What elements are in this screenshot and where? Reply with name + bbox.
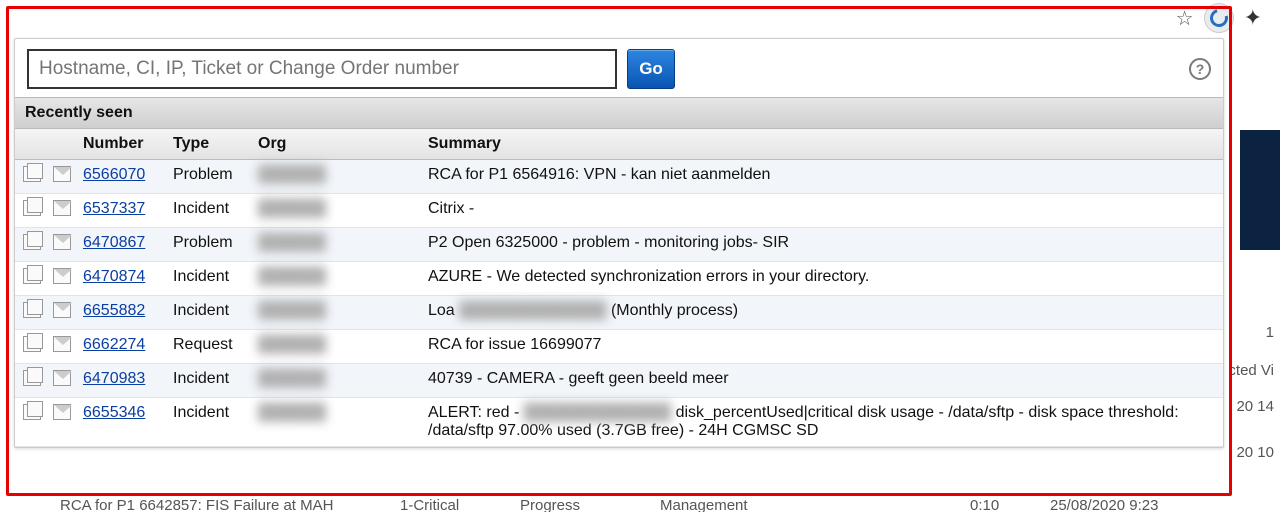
background-row-text: RCA for P1 6642857: FIS Failure at MAH: [60, 497, 333, 512]
copy-icon[interactable]: [23, 166, 41, 182]
table-row: 6537337 Incident██████Citrix -: [15, 194, 1223, 228]
ticket-type: Incident: [165, 194, 250, 228]
ticket-number-link[interactable]: 6470874: [83, 268, 145, 285]
column-header-type[interactable]: Type: [165, 129, 250, 160]
mail-icon[interactable]: [53, 200, 71, 216]
recently-seen-table: Number Type Org Summary 6566070Problem██…: [15, 129, 1223, 447]
table-row: 6470874 Incident██████AZURE - We detected…: [15, 262, 1223, 296]
mail-icon[interactable]: [53, 370, 71, 386]
ticket-org: ██████: [250, 262, 420, 296]
background-ctedvi: cted Vi: [1228, 362, 1274, 379]
ticket-summary: RCA for issue 16699077: [420, 330, 1223, 364]
search-results-panel: Go ? Recently seen Number Type Org Summa…: [14, 38, 1224, 448]
ticket-number-link[interactable]: 6662274: [83, 336, 145, 353]
ticket-summary: RCA for P1 6564916: VPN - kan niet aanme…: [420, 160, 1223, 194]
background-one: 1: [1266, 324, 1274, 341]
ticket-type: Incident: [165, 364, 250, 398]
recently-seen-header: Recently seen: [15, 97, 1223, 129]
background-priority: 1-Critical: [400, 497, 459, 512]
copy-icon[interactable]: [23, 302, 41, 318]
ticket-org: ██████: [250, 228, 420, 262]
background-d2: 20 10: [1236, 444, 1274, 461]
ticket-org: ██████: [250, 330, 420, 364]
ticket-org: ██████: [250, 160, 420, 194]
ticket-org: ██████: [250, 364, 420, 398]
mail-icon[interactable]: [53, 234, 71, 250]
ticket-org: ██████: [250, 296, 420, 330]
table-row: 6566070 Problem██████RCA for P1 6564916: …: [15, 160, 1223, 194]
ticket-type: Incident: [165, 296, 250, 330]
background-management: Management: [660, 497, 748, 512]
ticket-summary: Loa █████████████ (Monthly process): [420, 296, 1223, 330]
search-input[interactable]: [27, 49, 617, 89]
bookmark-star-icon[interactable]: ☆: [1176, 6, 1194, 31]
background-dark-strip: [1240, 130, 1280, 250]
copy-icon[interactable]: [23, 268, 41, 284]
extensions-menu-icon[interactable]: ✦: [1244, 5, 1262, 31]
background-time: 0:10: [970, 497, 999, 512]
copy-icon[interactable]: [23, 336, 41, 352]
copy-icon[interactable]: [23, 200, 41, 216]
ticket-summary: AZURE - We detected synchronization erro…: [420, 262, 1223, 296]
table-row: 6655346 Incident██████ALERT: red - ██████…: [15, 398, 1223, 447]
ticket-number-link[interactable]: 6655346: [83, 404, 145, 421]
ticket-type: Incident: [165, 262, 250, 296]
extension-swirl-icon[interactable]: [1204, 3, 1234, 33]
background-date: 25/08/2020 9:23: [1050, 497, 1158, 512]
copy-icon[interactable]: [23, 370, 41, 386]
copy-icon[interactable]: [23, 234, 41, 250]
go-button[interactable]: Go: [627, 49, 675, 89]
ticket-type: Request: [165, 330, 250, 364]
ticket-number-link[interactable]: 6470983: [83, 370, 145, 387]
column-header-number[interactable]: Number: [75, 129, 165, 160]
ticket-type: Problem: [165, 228, 250, 262]
ticket-org: ██████: [250, 398, 420, 447]
ticket-summary: ALERT: red - █████████████ disk_percentU…: [420, 398, 1223, 447]
ticket-number-link[interactable]: 6470867: [83, 234, 145, 251]
ticket-summary: Citrix -: [420, 194, 1223, 228]
ticket-number-link[interactable]: 6566070: [83, 166, 145, 183]
ticket-number-link[interactable]: 6537337: [83, 200, 145, 217]
ticket-type: Problem: [165, 160, 250, 194]
column-header-blank2: [45, 129, 75, 160]
mail-icon[interactable]: [53, 336, 71, 352]
table-row: 6470983 Incident██████40739 - CAMERA - ge…: [15, 364, 1223, 398]
mail-icon[interactable]: [53, 302, 71, 318]
mail-icon[interactable]: [53, 268, 71, 284]
column-header-blank1: [15, 129, 45, 160]
background-progress: Progress: [520, 497, 580, 512]
column-header-org[interactable]: Org: [250, 129, 420, 160]
help-icon[interactable]: ?: [1189, 58, 1211, 80]
background-d1: 20 14: [1236, 398, 1274, 415]
ticket-type: Incident: [165, 398, 250, 447]
mail-icon[interactable]: [53, 166, 71, 182]
mail-icon[interactable]: [53, 404, 71, 420]
copy-icon[interactable]: [23, 404, 41, 420]
ticket-org: ██████: [250, 194, 420, 228]
ticket-number-link[interactable]: 6655882: [83, 302, 145, 319]
table-row: 6470867 Problem██████P2 Open 6325000 - pr…: [15, 228, 1223, 262]
table-row: 6662274 Request██████RCA for issue 166990…: [15, 330, 1223, 364]
table-row: 6655882 Incident██████Loa █████████████ (…: [15, 296, 1223, 330]
ticket-summary: 40739 - CAMERA - geeft geen beeld meer: [420, 364, 1223, 398]
column-header-summary[interactable]: Summary: [420, 129, 1223, 160]
ticket-summary: P2 Open 6325000 - problem - monitoring j…: [420, 228, 1223, 262]
